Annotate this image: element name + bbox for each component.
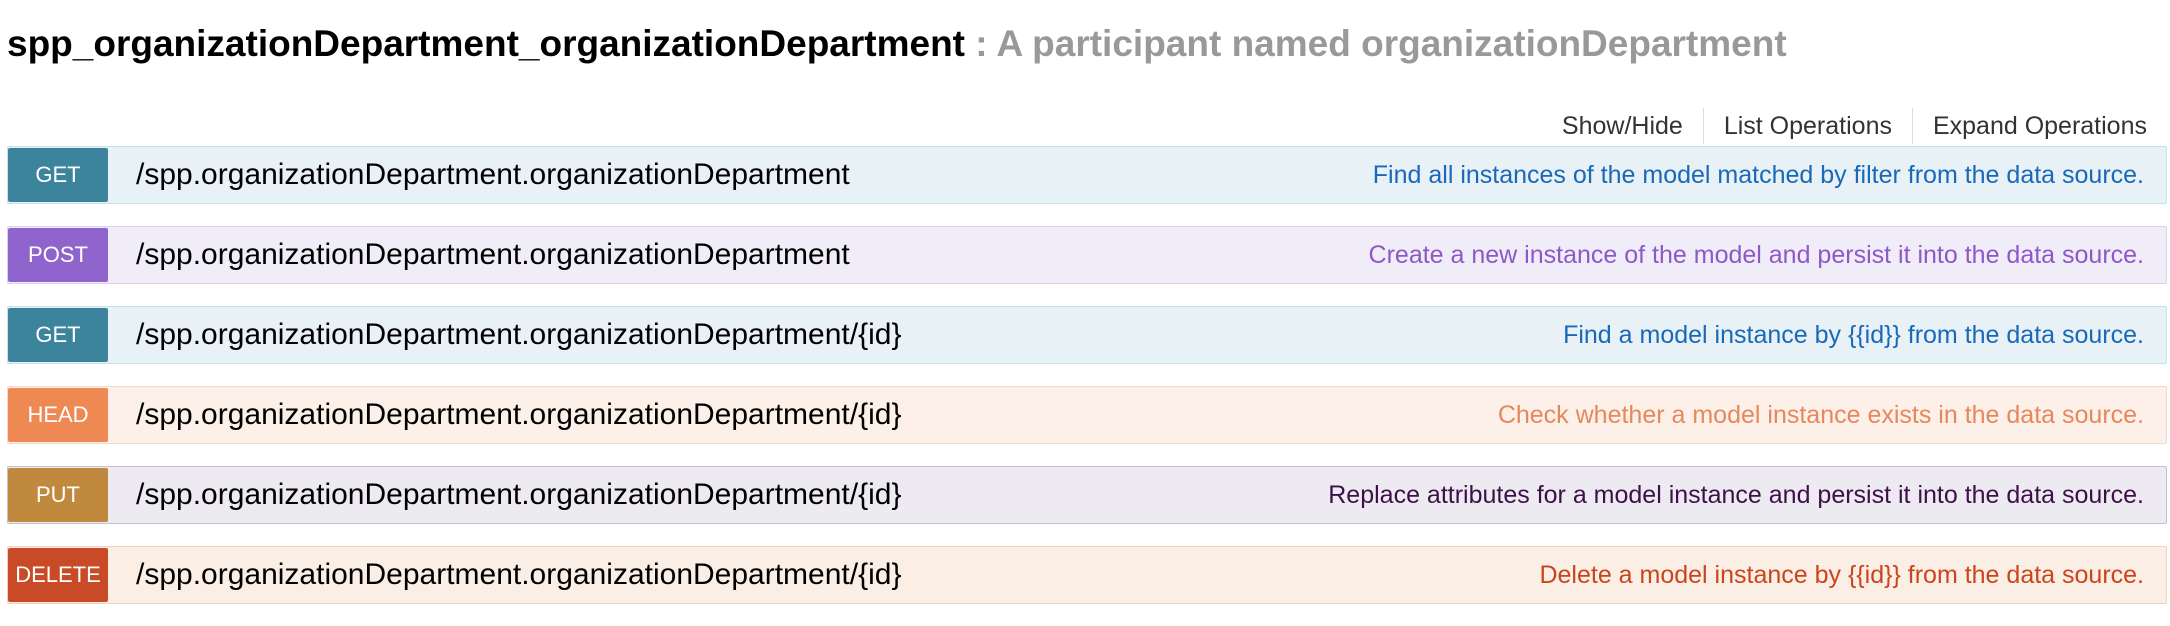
resource-description: : A participant named organizationDepart… [975,23,1787,64]
method-badge[interactable]: HEAD [8,388,108,442]
endpoint-row[interactable]: HEAD /spp.organizationDepartment.organiz… [7,386,2167,444]
endpoint-description[interactable]: Replace attributes for a model instance … [1328,467,2144,523]
endpoint-description[interactable]: Find all instances of the model matched … [1373,147,2144,203]
show-hide-link[interactable]: Show/Hide [1542,108,1703,144]
endpoint-row[interactable]: POST /spp.organizationDepartment.organiz… [7,226,2167,284]
endpoint-description[interactable]: Create a new instance of the model and p… [1369,227,2144,283]
endpoint-path[interactable]: /spp.organizationDepartment.organization… [136,547,901,603]
endpoint-row[interactable]: GET /spp.organizationDepartment.organiza… [7,146,2167,204]
operations-toolbar: Show/Hide List Operations Expand Operati… [1542,108,2147,144]
endpoint-description[interactable]: Check whether a model instance exists in… [1498,387,2144,443]
method-badge[interactable]: GET [8,148,108,202]
endpoint-row[interactable]: PUT /spp.organizationDepartment.organiza… [7,466,2167,524]
method-badge[interactable]: DELETE [8,548,108,602]
endpoint-path[interactable]: /spp.organizationDepartment.organization… [136,467,901,523]
endpoint-row[interactable]: DELETE /spp.organizationDepartment.organ… [7,546,2167,604]
method-badge[interactable]: GET [8,308,108,362]
method-badge[interactable]: POST [8,228,108,282]
endpoint-path[interactable]: /spp.organizationDepartment.organization… [136,307,901,363]
endpoint-path[interactable]: /spp.organizationDepartment.organization… [136,227,850,283]
endpoint-row[interactable]: GET /spp.organizationDepartment.organiza… [7,306,2167,364]
endpoint-list: GET /spp.organizationDepartment.organiza… [7,146,2167,626]
endpoint-path[interactable]: /spp.organizationDepartment.organization… [136,387,901,443]
endpoint-path[interactable]: /spp.organizationDepartment.organization… [136,147,850,203]
expand-operations-link[interactable]: Expand Operations [1911,108,2147,144]
resource-name-link[interactable]: spp_organizationDepartment_organizationD… [7,23,965,64]
list-operations-link[interactable]: List Operations [1702,108,1912,144]
resource-heading: spp_organizationDepartment_organizationD… [7,16,1787,72]
endpoint-description[interactable]: Delete a model instance by {{id}} from t… [1539,547,2144,603]
endpoint-description[interactable]: Find a model instance by {{id}} from the… [1563,307,2144,363]
method-badge[interactable]: PUT [8,468,108,522]
